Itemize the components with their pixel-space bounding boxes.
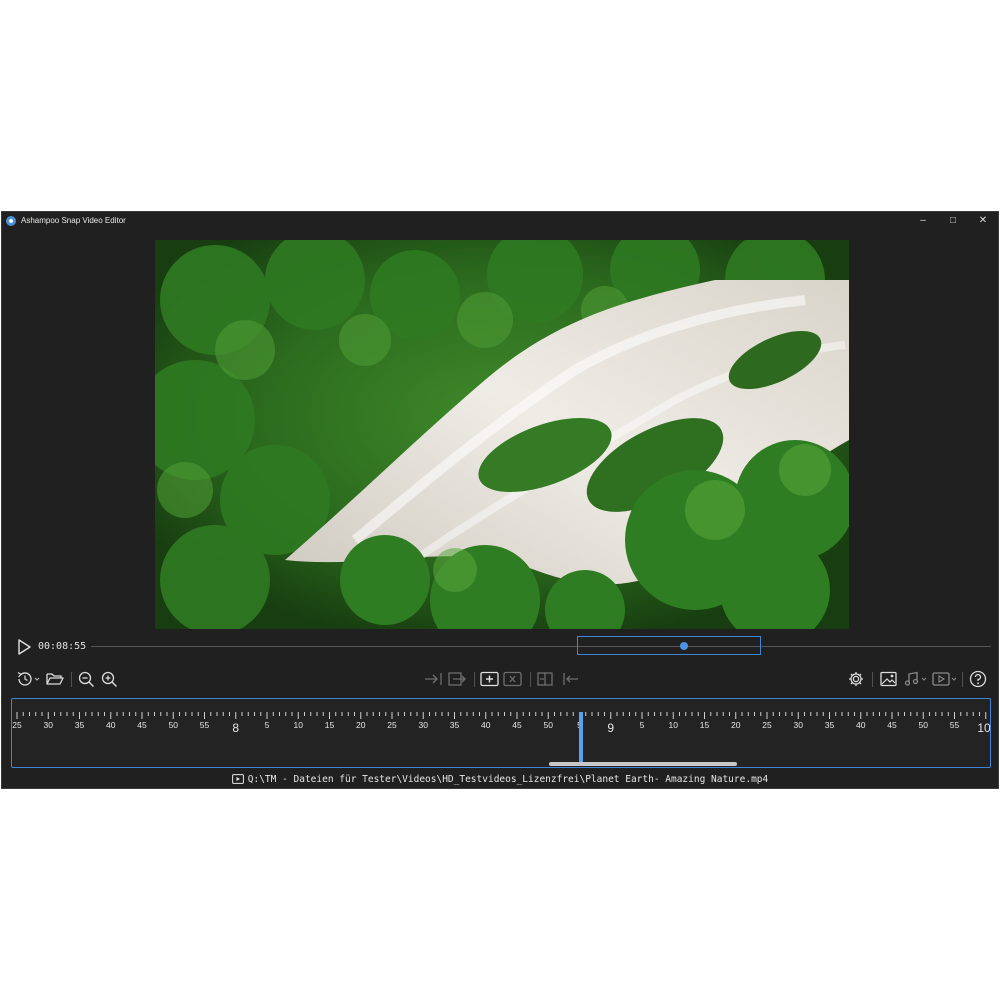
- video-file-icon: [231, 774, 244, 784]
- ruler-label: 10: [294, 720, 304, 730]
- open-folder-icon: [46, 673, 64, 685]
- maximize-button[interactable]: □: [938, 212, 968, 229]
- playback-bar: 00:08:55: [2, 636, 998, 656]
- add-segment-icon: [480, 671, 499, 687]
- title-bar: Ashampoo Snap Video Editor – □ ✕: [2, 212, 998, 229]
- ruler-label: 10: [669, 720, 679, 730]
- cut-left-icon: [537, 672, 553, 686]
- trim-end-icon: [448, 672, 466, 686]
- ruler-major-label: 9: [607, 721, 614, 735]
- window-title: Ashampoo Snap Video Editor: [21, 216, 126, 225]
- ruler-label: 30: [44, 720, 54, 730]
- position-knob[interactable]: [680, 642, 688, 650]
- minimize-button[interactable]: –: [908, 212, 938, 229]
- ruler-label: 55: [950, 720, 960, 730]
- app-window: Ashampoo Snap Video Editor – □ ✕ 00:08:5…: [1, 211, 999, 789]
- remove-segment-button[interactable]: [502, 669, 524, 689]
- trim-start-button[interactable]: [423, 669, 445, 689]
- help-button[interactable]: [967, 669, 989, 689]
- cut-right-icon: [563, 673, 578, 685]
- file-path-bar: Q:\TM - Dateien für Tester\Videos\HD_Tes…: [2, 772, 998, 786]
- chevron-down-icon: [921, 677, 927, 681]
- visible-range-selector[interactable]: [577, 636, 761, 655]
- ruler-label: 15: [325, 720, 335, 730]
- ruler-major-label: 10: [977, 721, 990, 735]
- cut-left-button[interactable]: [535, 669, 557, 689]
- gear-icon: [849, 672, 863, 686]
- video-icon: [932, 672, 957, 686]
- cut-right-button[interactable]: [559, 669, 581, 689]
- ruler-label: 40: [481, 720, 491, 730]
- window-controls: – □ ✕: [908, 212, 998, 229]
- toolbar-separator: [530, 672, 531, 687]
- toolbar-separator: [474, 672, 475, 687]
- ruler-label: 20: [731, 720, 741, 730]
- ruler-major-label: 8: [232, 721, 239, 735]
- ruler-label: 25: [762, 720, 772, 730]
- chevron-down-icon: [34, 677, 40, 681]
- export-image-button[interactable]: [878, 669, 900, 689]
- open-file-button[interactable]: [45, 669, 65, 689]
- timeline-ruler: 2530354045505585101520253035404550595101…: [12, 712, 990, 735]
- progress-track[interactable]: [91, 646, 991, 647]
- toolbar-separator: [872, 672, 873, 687]
- ruler-label: 25: [12, 720, 22, 730]
- history-button[interactable]: [15, 669, 41, 689]
- ruler-label: 5: [265, 720, 270, 730]
- play-button[interactable]: [15, 638, 33, 656]
- ruler-label: 40: [106, 720, 116, 730]
- ruler-label: 50: [919, 720, 929, 730]
- settings-button[interactable]: [845, 669, 867, 689]
- ruler-label: 35: [450, 720, 460, 730]
- video-preview[interactable]: [155, 240, 849, 629]
- ruler-label: 30: [419, 720, 429, 730]
- ruler-label: 15: [700, 720, 710, 730]
- remove-segment-icon: [503, 671, 522, 687]
- ruler-label: 20: [356, 720, 366, 730]
- ruler-label: 50: [544, 720, 554, 730]
- zoom-in-icon: [101, 671, 117, 687]
- toolbar-separator: [71, 672, 72, 687]
- export-audio-button[interactable]: [903, 669, 929, 689]
- ruler-label: 35: [825, 720, 835, 730]
- add-segment-button[interactable]: [479, 669, 501, 689]
- close-button[interactable]: ✕: [968, 212, 998, 229]
- ruler-label: 45: [512, 720, 522, 730]
- current-time: 00:08:55: [38, 641, 87, 652]
- video-frame-image: [155, 240, 849, 629]
- zoom-in-button[interactable]: [100, 669, 120, 689]
- play-icon: [18, 639, 31, 655]
- trim-end-button[interactable]: [447, 669, 469, 689]
- file-path: Q:\TM - Dateien für Tester\Videos\HD_Tes…: [247, 773, 769, 785]
- ruler-label: 40: [856, 720, 866, 730]
- timeline-scrollbar[interactable]: [549, 762, 737, 766]
- ruler-label: 50: [169, 720, 179, 730]
- ruler-label: 55: [200, 720, 210, 730]
- ruler-label: 35: [75, 720, 85, 730]
- music-icon: [904, 671, 927, 686]
- editor-toolbar: [2, 668, 998, 692]
- export-video-button[interactable]: [931, 669, 959, 689]
- ruler-label: 45: [137, 720, 147, 730]
- chevron-down-icon: [951, 677, 957, 681]
- timeline[interactable]: 2530354045505585101520253035404550595101…: [11, 698, 991, 768]
- app-logo-icon: [6, 215, 16, 226]
- help-icon: [969, 670, 987, 688]
- ruler-label: 5: [640, 720, 645, 730]
- zoom-out-button[interactable]: [77, 669, 97, 689]
- image-icon: [880, 671, 897, 687]
- toolbar-separator: [962, 672, 963, 687]
- ruler-label: 25: [387, 720, 397, 730]
- trim-start-icon: [425, 673, 442, 685]
- zoom-out-icon: [78, 671, 94, 687]
- ruler-label: 30: [794, 720, 804, 730]
- history-icon: [17, 672, 40, 686]
- playhead[interactable]: [579, 712, 583, 762]
- ruler-label: 45: [887, 720, 897, 730]
